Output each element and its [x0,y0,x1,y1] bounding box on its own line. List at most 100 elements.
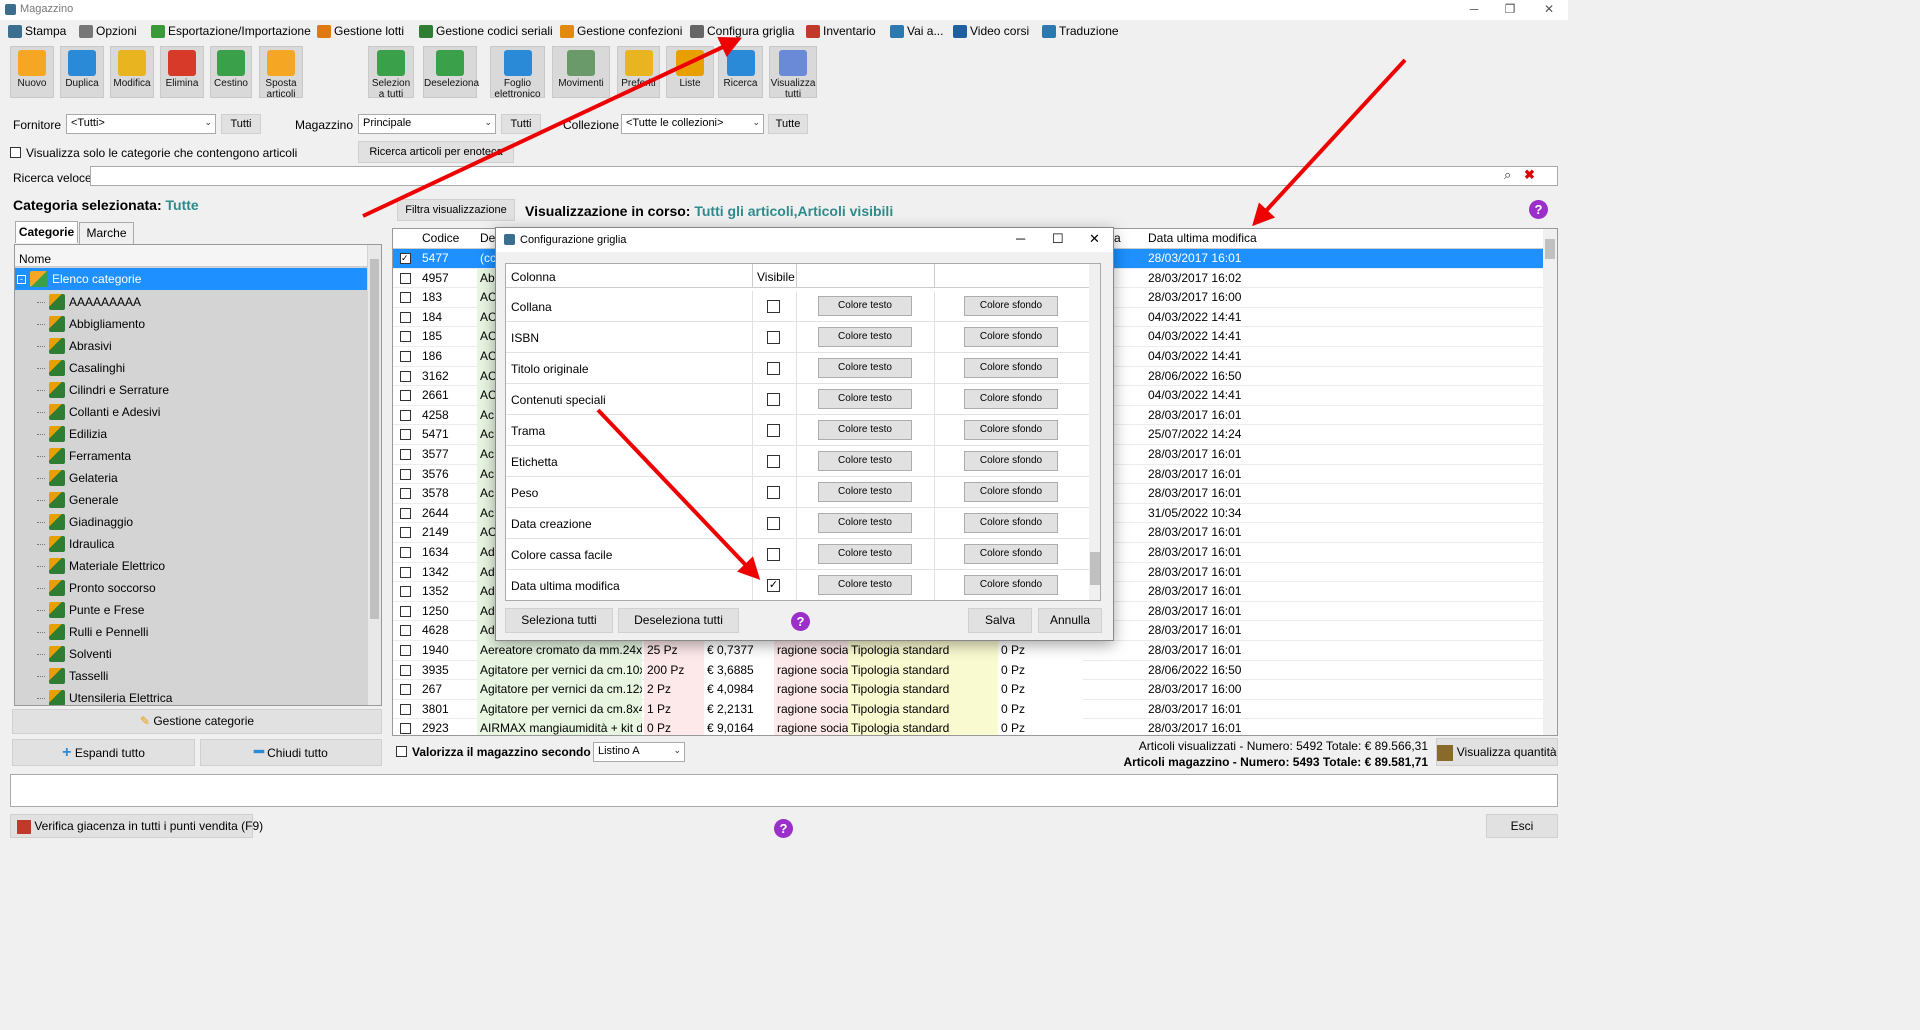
col-data-ultima-modifica[interactable]: Data ultima modifica [1145,229,1345,249]
help-icon[interactable]: ? [791,612,810,631]
row-checkbox[interactable] [400,449,411,460]
tree-item[interactable]: Tasselli [37,665,108,687]
colore-testo-button[interactable]: Colore testo [818,482,912,502]
menu-configura-griglia[interactable]: Configura griglia [690,23,794,39]
only-categories-checkbox[interactable] [10,147,21,158]
visible-checkbox[interactable]: ✓ [767,579,780,592]
row-checkbox[interactable] [400,409,411,421]
toolbar-sposta-articoli-button[interactable]: Sposta articoli [259,46,303,100]
tab-marche[interactable]: Marche [79,222,134,244]
colore-sfondo-button[interactable]: Colore sfondo [964,358,1058,378]
tree-item[interactable]: Idraulica [37,533,114,555]
row-checkbox[interactable] [400,645,411,656]
table-row[interactable]: 1940 Aereatore cromato da mm.24x1 25 Pz € 0… [393,641,1543,661]
col-descrizione[interactable]: De [477,229,497,249]
table-row[interactable]: 3801 Agitatore per vernici da cm.8x40 1 Pz… [393,699,1543,720]
tree-item[interactable]: Punte e Frese [37,599,144,621]
menu-gestione-confezioni[interactable]: Gestione confezioni [560,23,682,39]
visible-checkbox[interactable] [767,486,780,499]
help-icon[interactable]: ? [1529,200,1548,219]
tree-item[interactable]: Pronto soccorso [37,577,156,599]
magazzino-all-button[interactable]: Tutti [501,114,541,134]
menu-stampa[interactable]: Stampa [8,23,66,39]
tree-item[interactable]: Abrasivi [37,335,112,357]
close-icon[interactable]: ✕ [1539,2,1559,16]
colore-testo-button[interactable]: Colore testo [818,513,912,533]
annulla-button[interactable]: Annulla [1038,608,1102,633]
colore-testo-button[interactable]: Colore testo [818,451,912,471]
table-row[interactable]: 267 Agitatore per vernici da cm.12x6 2 Pz €… [393,680,1543,700]
minimize-icon[interactable]: ─ [1016,231,1025,246]
seleziona-tutti-button[interactable]: Seleziona tutti [505,608,613,633]
collapse-all-button[interactable]: ━ Chiudi tutto [200,739,382,766]
colore-sfondo-button[interactable]: Colore sfondo [964,327,1058,347]
visible-checkbox[interactable] [767,455,780,468]
toolbar-deseleziona-button[interactable]: Deseleziona [423,46,479,98]
toolbar-modifica-button[interactable]: Modifica [110,46,154,98]
row-checkbox[interactable] [400,527,411,539]
salva-button[interactable]: Salva [968,608,1032,633]
colore-sfondo-button[interactable]: Colore sfondo [964,389,1058,409]
row-checkbox[interactable] [400,331,411,343]
toolbar-cestino-button[interactable]: Cestino [210,46,252,98]
visible-checkbox[interactable] [767,300,780,313]
visible-checkbox[interactable] [767,362,780,375]
toolbar-visualizza-tutti-button[interactable]: Visualizza tutti [769,46,817,100]
row-checkbox[interactable] [400,566,411,578]
toolbar-movimenti-button[interactable]: Movimenti [552,46,610,98]
colore-testo-button[interactable]: Colore testo [818,389,912,409]
tab-categorie[interactable]: Categorie [15,221,78,243]
colore-testo-button[interactable]: Colore testo [818,327,912,347]
ricerca-enoteca-button[interactable]: Ricerca articoli per enoteca [358,141,514,163]
row-checkbox[interactable] [400,311,411,323]
tree-item[interactable]: Solventi [37,643,112,665]
fornitore-all-button[interactable]: Tutti [221,114,261,134]
collezione-all-button[interactable]: Tutte [768,114,808,134]
collapse-icon[interactable]: - [17,274,26,284]
filtra-visualizzazione-button[interactable]: Filtra visualizzazione [397,199,515,221]
colore-testo-button[interactable]: Colore testo [818,544,912,564]
tree-item[interactable]: Casalinghi [37,357,125,379]
tree-item[interactable]: Collanti e Adesivi [37,401,160,423]
colore-sfondo-button[interactable]: Colore sfondo [964,420,1058,440]
tree-item[interactable]: Gelateria [37,467,118,489]
deseleziona-tutti-button[interactable]: Deseleziona tutti [618,608,739,633]
dialog-scrollbar[interactable] [1089,264,1100,600]
toolbar-elimina-button[interactable]: Elimina [160,46,204,98]
magazzino-select[interactable]: Principale ⌄ [358,114,496,134]
menu-inventario[interactable]: Inventario [806,23,876,39]
clear-search-icon[interactable]: ✖ [1524,167,1535,183]
col-hidden[interactable]: a [1111,229,1141,249]
tree-item[interactable]: Utensileria Elettrica [37,687,172,705]
row-checkbox[interactable] [400,272,411,284]
visible-checkbox[interactable] [767,393,780,406]
visible-checkbox[interactable] [767,424,780,437]
colore-testo-button[interactable]: Colore testo [818,420,912,440]
tree-item[interactable]: Rulli e Pennelli [37,621,148,643]
toolbar-nuovo-button[interactable]: Nuovo [10,46,54,98]
maximize-icon[interactable]: ☐ [1052,231,1064,247]
fornitore-select[interactable]: <Tutti> ⌄ [66,114,216,134]
colore-sfondo-button[interactable]: Colore sfondo [964,513,1058,533]
row-checkbox[interactable] [400,390,411,402]
valorizza-checkbox[interactable] [396,746,407,757]
row-checkbox[interactable] [400,429,411,441]
col-codice[interactable]: Codice [419,229,479,249]
toolbar-selezion-a-tutti-button[interactable]: Selezion a tutti [368,46,414,100]
colore-sfondo-button[interactable]: Colore sfondo [964,482,1058,502]
row-checkbox[interactable] [400,586,411,598]
menu-gestione-codici-seriali[interactable]: Gestione codici seriali [419,23,553,39]
tree-item[interactable]: Cilindri e Serrature [37,379,169,401]
colore-sfondo-button[interactable]: Colore sfondo [964,296,1058,316]
tree-item[interactable]: Edilizia [37,423,107,445]
row-checkbox[interactable] [400,507,411,519]
row-checkbox[interactable] [400,625,411,637]
menu-gestione-lotti[interactable]: Gestione lotti [317,23,404,39]
tree-root[interactable]: - Elenco categorie [15,268,367,290]
row-checkbox[interactable] [400,605,411,617]
menu-vai-a[interactable]: Vai a... [890,23,943,39]
tree-item[interactable]: Abbigliamento [37,313,145,335]
toolbar-foglio-elettronico-button[interactable]: Foglio elettronico [490,46,545,100]
row-checkbox[interactable] [400,664,411,676]
minimize-icon[interactable]: ─ [1464,2,1484,16]
